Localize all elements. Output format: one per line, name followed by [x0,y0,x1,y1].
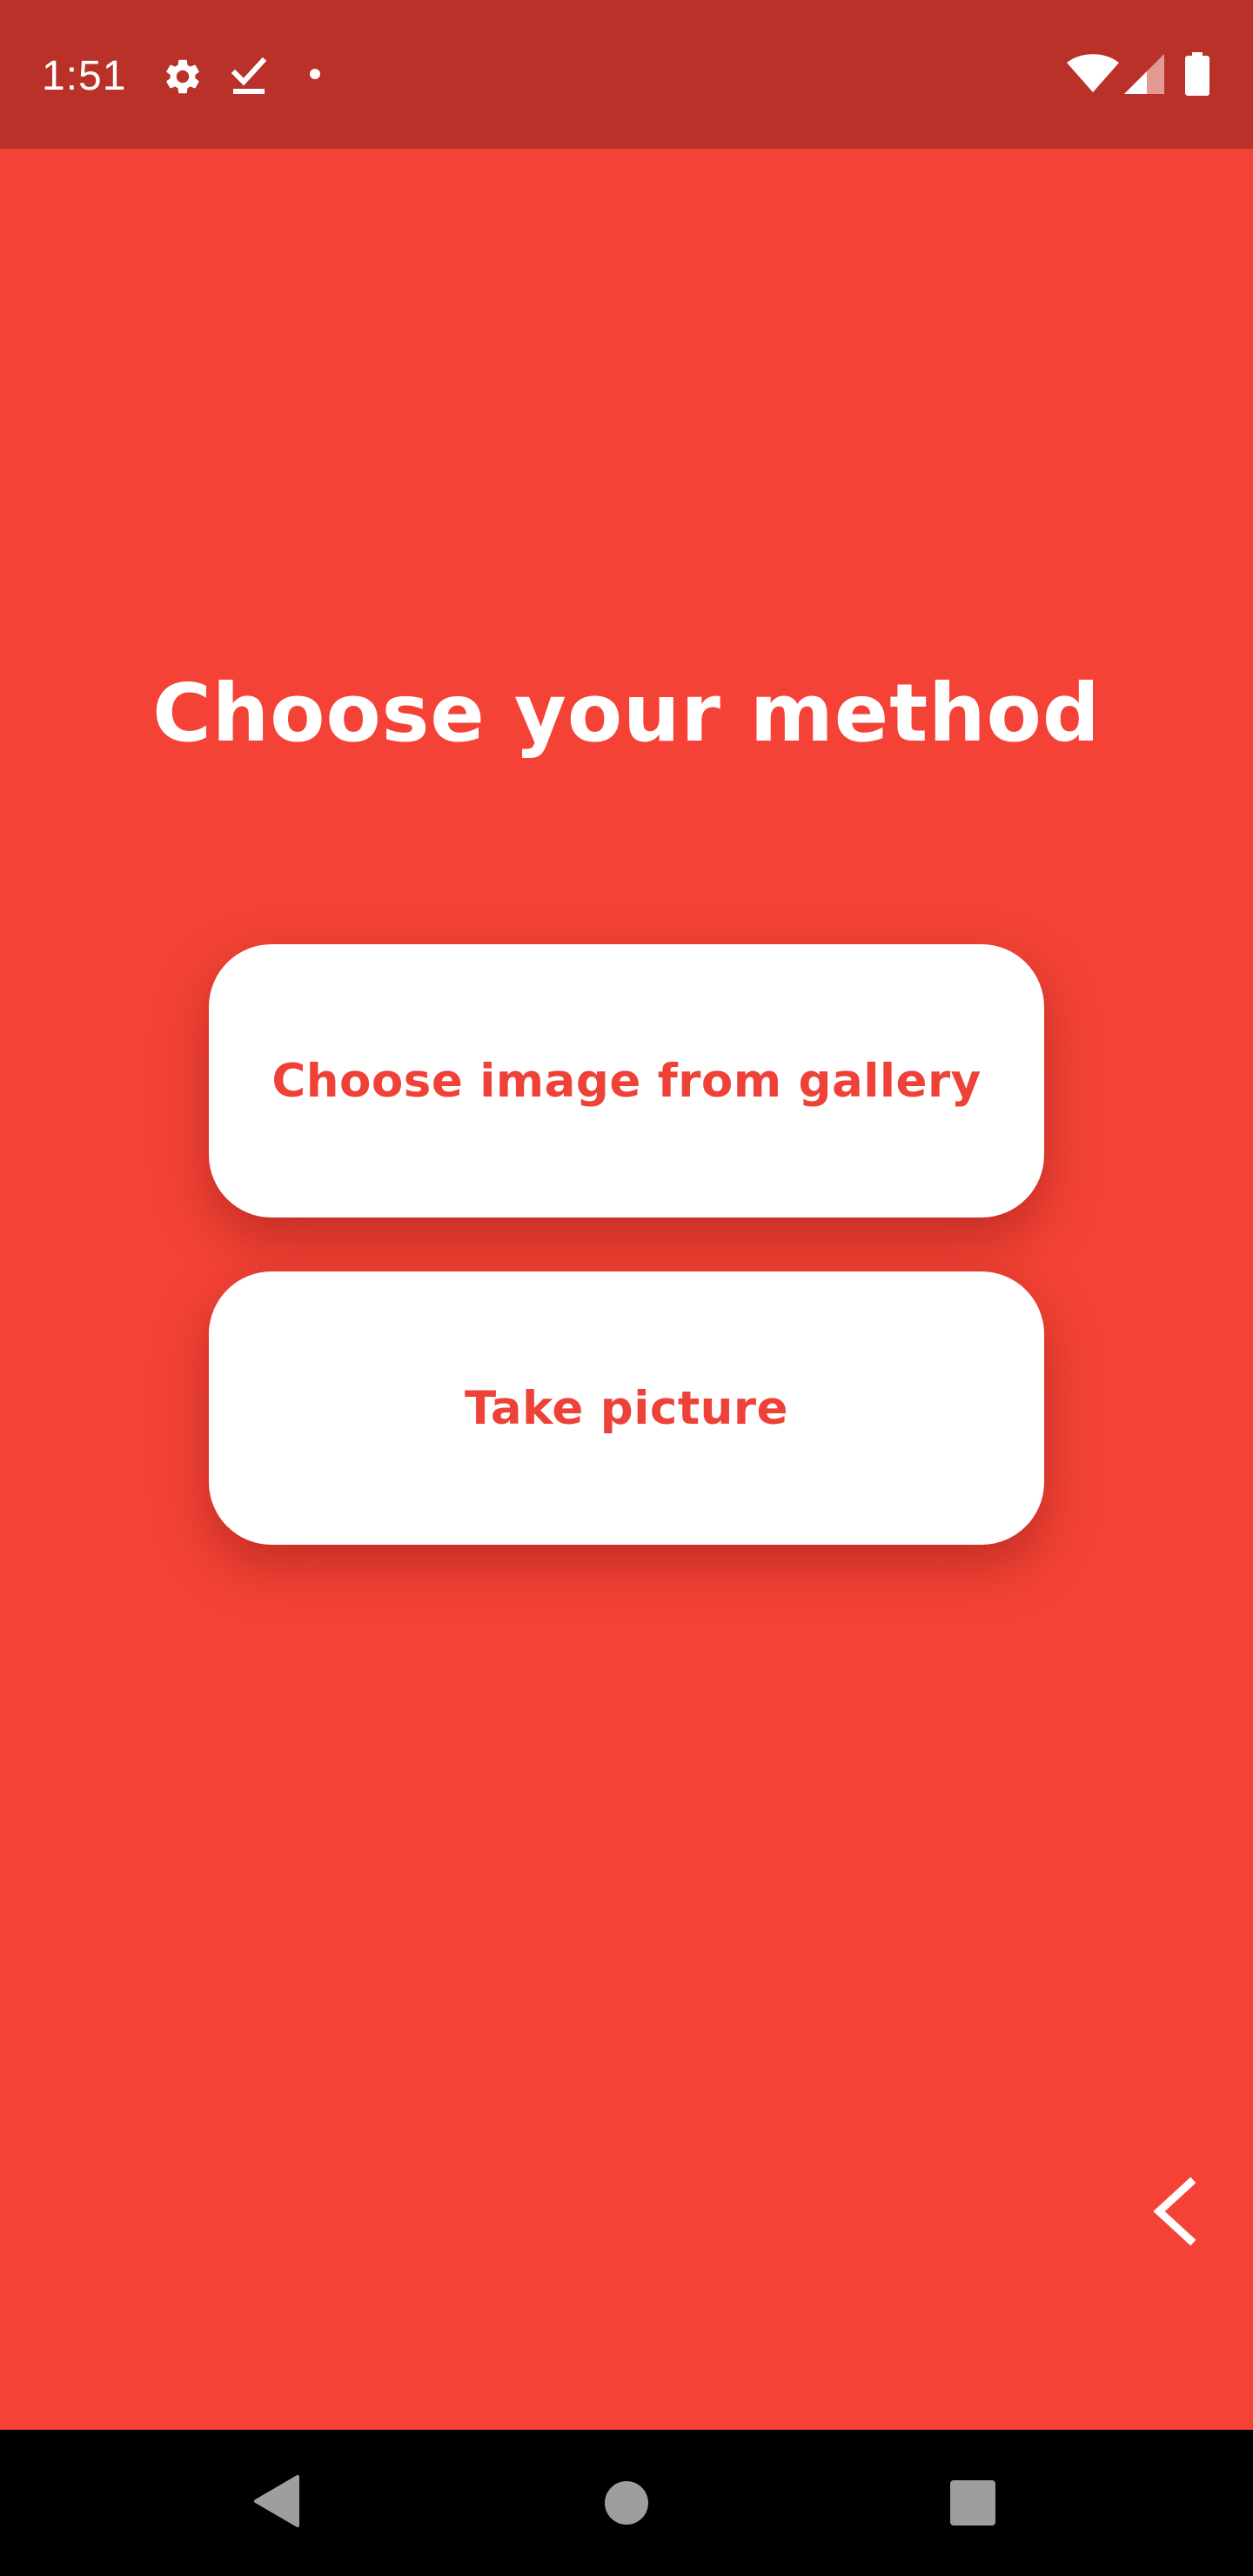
page-title: Choose your method [152,667,1101,760]
back-triangle-icon[interactable] [252,2473,301,2529]
take-picture-label: Take picture [465,1381,788,1435]
recents-square-icon[interactable] [950,2480,995,2526]
choose-from-gallery-label: Choose image from gallery [271,1054,982,1108]
wifi-icon [1067,54,1119,92]
battery-icon [1185,52,1209,96]
gear-icon [166,59,199,94]
home-circle-icon[interactable] [604,2480,649,2526]
notification-dot-icon [310,69,320,79]
navigation-bar [0,2430,1253,2576]
chevron-left-icon[interactable] [1140,2172,1209,2251]
status-bar: 1:51 [0,0,1253,149]
take-picture-button[interactable]: Take picture [209,1271,1044,1545]
choose-from-gallery-button[interactable]: Choose image from gallery [209,944,1044,1218]
status-time: 1:51 [42,53,127,99]
cell-signal-icon [1124,54,1164,94]
task-done-icon [231,57,267,94]
